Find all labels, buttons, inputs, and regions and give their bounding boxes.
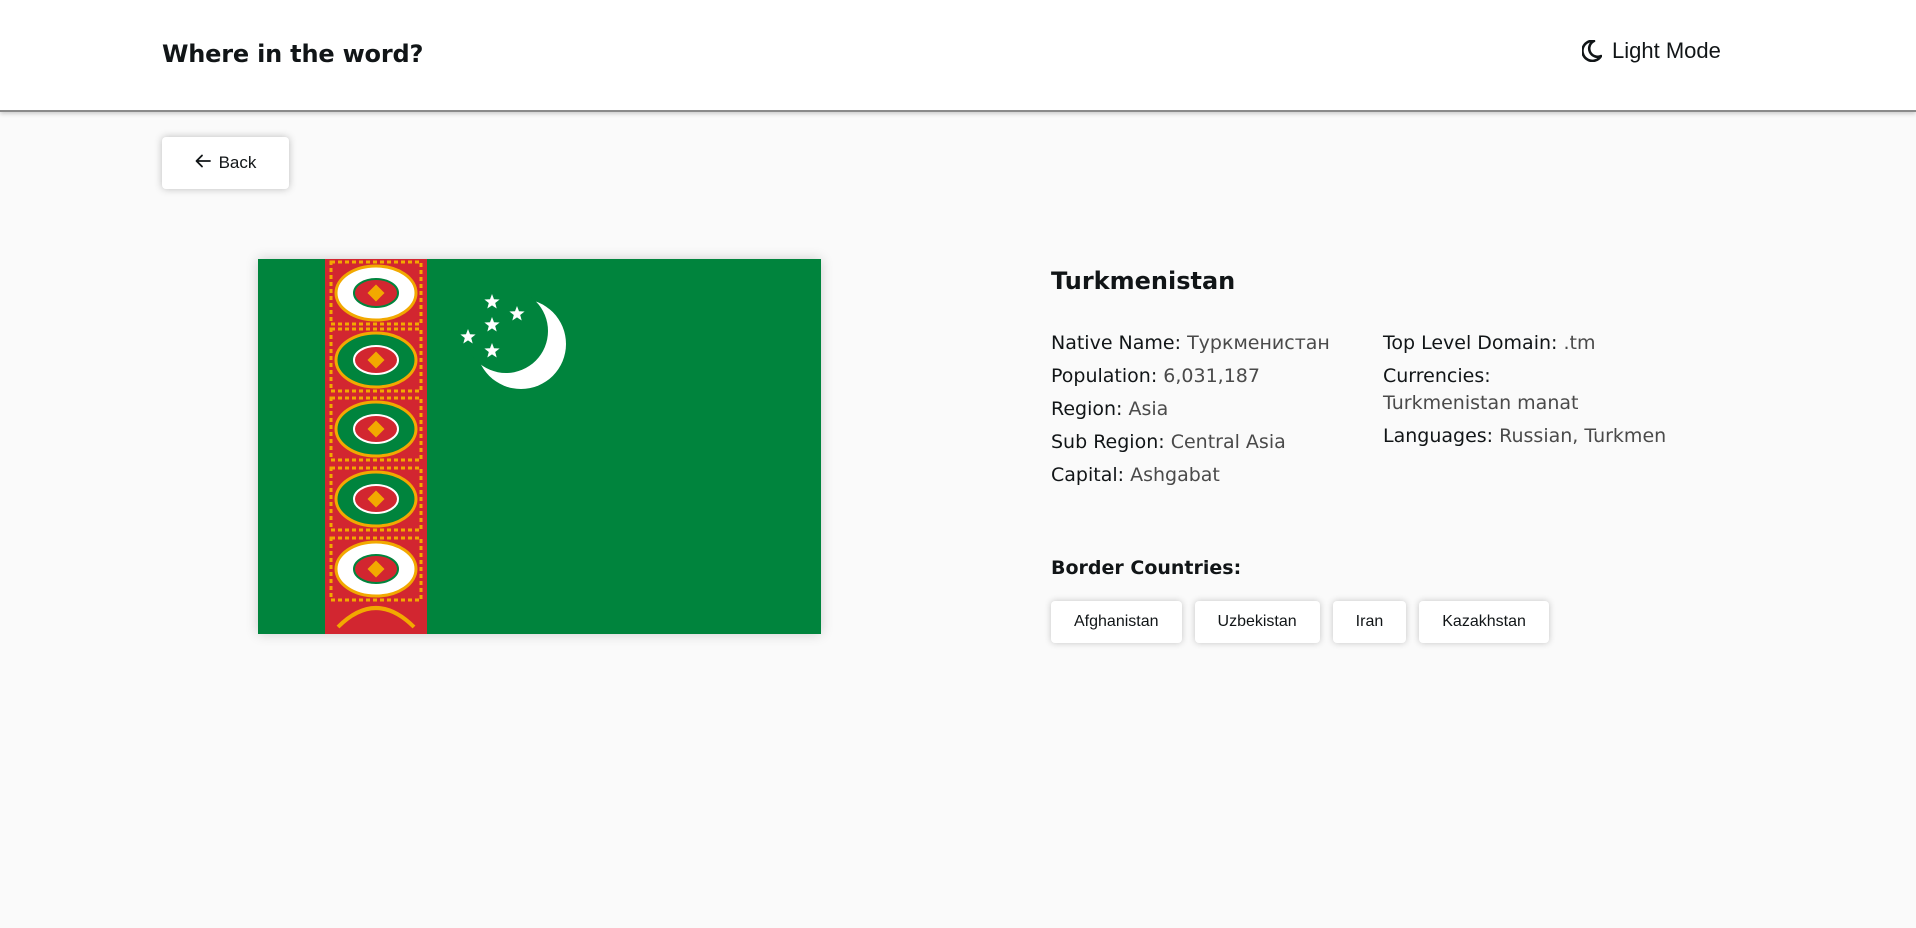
detail-row: Capital: Ashgabat [1051, 459, 1351, 492]
app-title: Where in the word? [162, 40, 424, 68]
detail-value: Central Asia [1170, 431, 1286, 453]
detail-key: Capital: [1051, 464, 1125, 486]
back-button-label: Back [218, 153, 257, 172]
border-country-button[interactable]: Uzbekistan [1194, 601, 1320, 643]
theme-toggle-label: Light Mode [1612, 38, 1721, 63]
site-header: Where in the word? Light Mode [0, 0, 1916, 112]
border-countries-list: Afghanistan Uzbekistan Iran Kazakhstan [1051, 601, 1549, 643]
detail-value: Asia [1128, 398, 1169, 420]
flag-crescent-inner [464, 289, 548, 373]
detail-key: Region: [1051, 398, 1123, 420]
detail-value: Russian, Turkmen [1499, 425, 1667, 447]
theme-toggle-button[interactable]: Light Mode [1582, 38, 1721, 64]
country-flag [258, 259, 821, 634]
detail-value: Turkmenistan manat [1383, 392, 1579, 414]
details-right: Top Level Domain: .tm Currencies: Turkmen… [1383, 327, 1673, 453]
detail-value: .tm [1563, 332, 1596, 354]
details-left: Native Name: Туркменистан Population: 6,0… [1051, 327, 1351, 492]
border-country-button[interactable]: Kazakhstan [1419, 601, 1549, 643]
detail-row: Sub Region: Central Asia [1051, 426, 1351, 459]
detail-row: Top Level Domain: .tm [1383, 327, 1673, 360]
detail-key: Native Name: [1051, 332, 1182, 354]
detail-row: Native Name: Туркменистан [1051, 327, 1351, 360]
detail-row: Population: 6,031,187 [1051, 360, 1351, 393]
flag-image [258, 259, 821, 634]
country-name: Turkmenistan [1051, 267, 1236, 295]
detail-row: Region: Asia [1051, 393, 1351, 426]
detail-key: Top Level Domain: [1383, 332, 1558, 354]
detail-value: Ashgabat [1130, 464, 1220, 486]
detail-key: Sub Region: [1051, 431, 1165, 453]
detail-key: Languages: [1383, 425, 1494, 447]
back-button[interactable]: Back [162, 137, 289, 189]
border-country-button[interactable]: Iran [1332, 601, 1407, 643]
detail-row: Languages: Russian, Turkmen [1383, 420, 1673, 453]
moon-icon [1582, 40, 1602, 62]
border-country-button[interactable]: Afghanistan [1051, 601, 1182, 643]
detail-value: Туркменистан [1187, 332, 1330, 354]
detail-key: Currencies: [1383, 365, 1491, 387]
border-countries-label: Border Countries: [1051, 557, 1242, 579]
detail-row: Currencies: Turkmenistan manat [1383, 360, 1623, 420]
detail-key: Population: [1051, 365, 1158, 387]
arrow-left-icon [195, 153, 211, 173]
detail-value: 6,031,187 [1163, 365, 1260, 387]
